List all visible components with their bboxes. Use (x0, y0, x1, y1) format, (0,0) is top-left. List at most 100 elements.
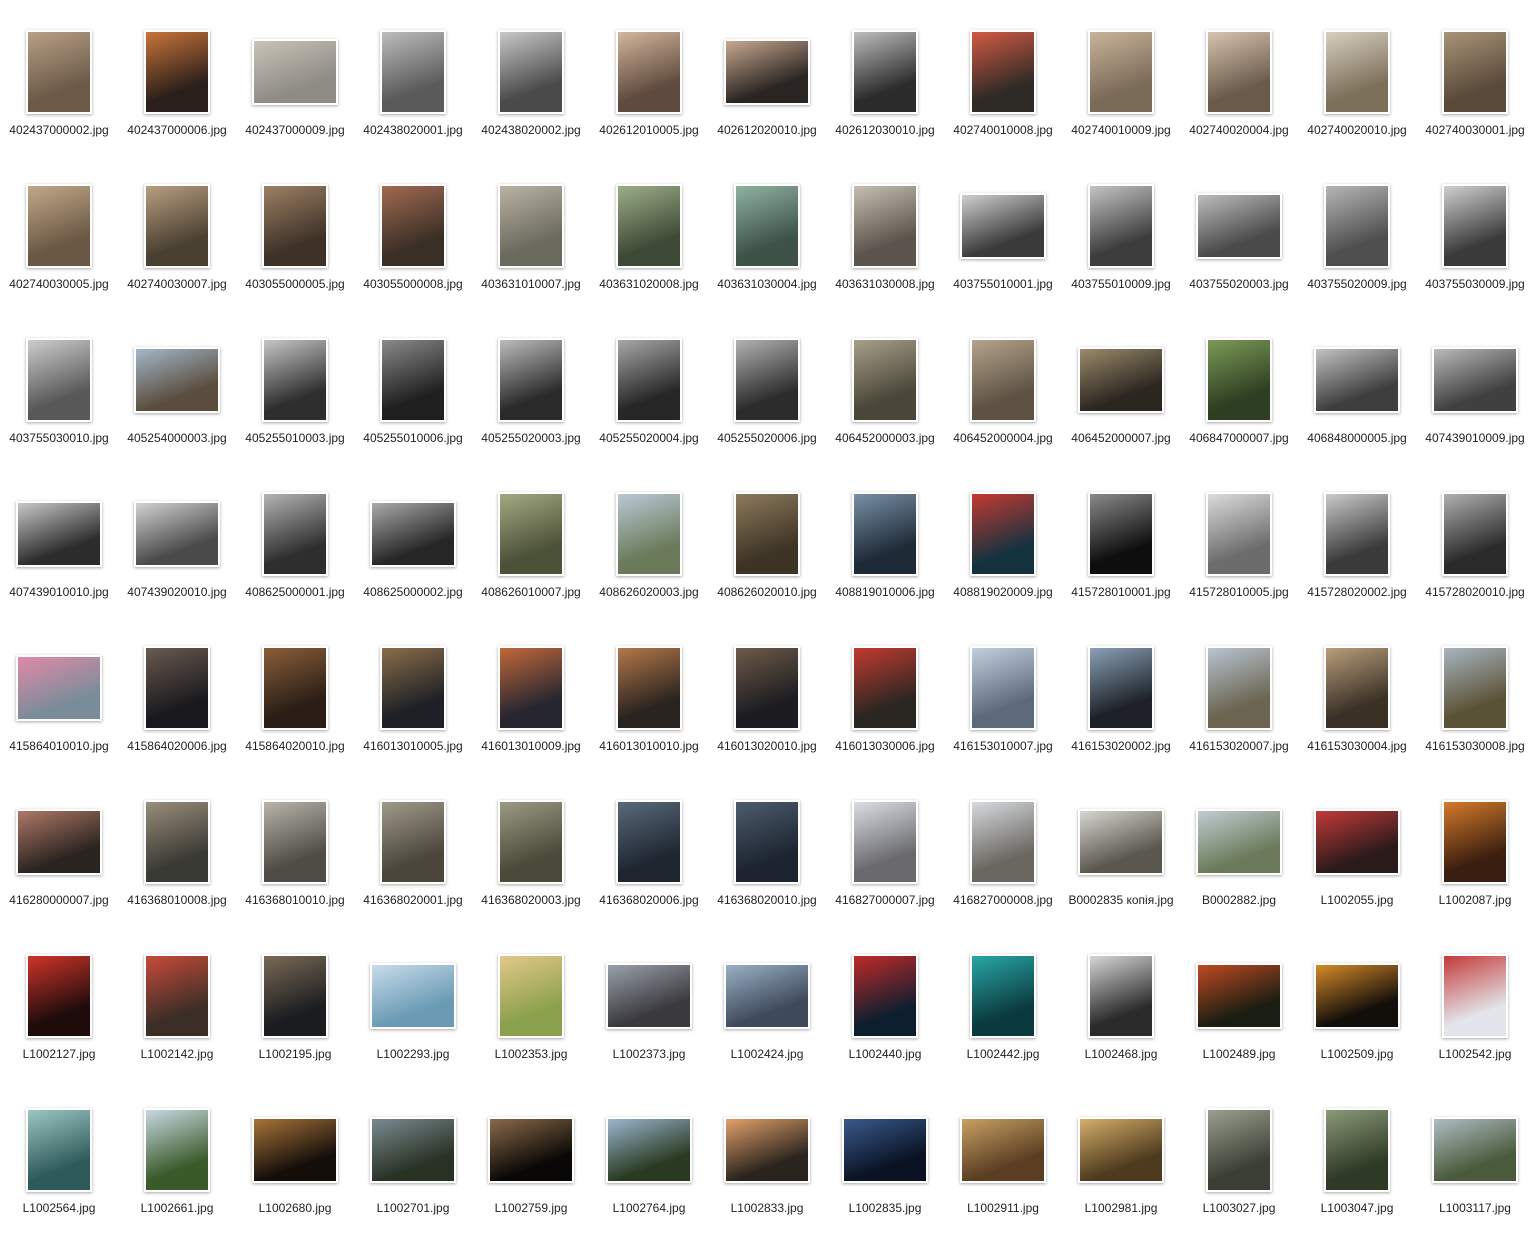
file-name[interactable]: 416827000008.jpg (944, 892, 1062, 908)
image-thumbnail[interactable] (1442, 492, 1508, 576)
image-thumbnail[interactable] (380, 646, 446, 730)
image-thumbnail[interactable] (134, 501, 220, 567)
file-item[interactable]: L1002127.jpg (0, 948, 118, 1102)
file-thumbnail-area[interactable] (472, 24, 590, 120)
file-name[interactable]: 406848000005.jpg (1298, 430, 1416, 446)
image-thumbnail[interactable] (1206, 492, 1272, 576)
file-name[interactable]: L1002764.jpg (590, 1200, 708, 1216)
file-name[interactable]: 416013010005.jpg (354, 738, 472, 754)
file-item[interactable]: 402740030001.jpg (1416, 24, 1534, 178)
file-thumbnail-area[interactable] (708, 332, 826, 428)
file-thumbnail-area[interactable] (590, 794, 708, 890)
image-thumbnail[interactable] (498, 800, 564, 884)
file-thumbnail-area[interactable] (118, 24, 236, 120)
file-item[interactable]: 403755030009.jpg (1416, 178, 1534, 332)
file-thumbnail-area[interactable] (1416, 24, 1534, 120)
file-item[interactable]: 416013010005.jpg (354, 640, 472, 794)
file-item[interactable]: 415864020010.jpg (236, 640, 354, 794)
file-name[interactable]: 408626020010.jpg (708, 584, 826, 600)
image-thumbnail[interactable] (1206, 30, 1272, 114)
file-item[interactable]: L1002981.jpg (1062, 1102, 1180, 1256)
file-item[interactable]: 415728010005.jpg (1180, 486, 1298, 640)
image-thumbnail[interactable] (26, 338, 92, 422)
image-thumbnail[interactable] (724, 39, 810, 105)
file-item[interactable]: 403755020009.jpg (1298, 178, 1416, 332)
file-name[interactable]: 402438020002.jpg (472, 122, 590, 138)
file-item[interactable]: L1002442.jpg (944, 948, 1062, 1102)
file-thumbnail-area[interactable] (0, 24, 118, 120)
image-thumbnail[interactable] (1442, 30, 1508, 114)
image-thumbnail[interactable] (498, 492, 564, 576)
file-name[interactable]: 416153020007.jpg (1180, 738, 1298, 754)
image-thumbnail[interactable] (1432, 347, 1518, 413)
image-thumbnail[interactable] (1078, 347, 1164, 413)
file-name[interactable]: 402437000009.jpg (236, 122, 354, 138)
image-thumbnail[interactable] (616, 646, 682, 730)
file-name[interactable]: L1002442.jpg (944, 1046, 1062, 1062)
file-item[interactable]: 408626020010.jpg (708, 486, 826, 640)
file-item[interactable]: 406452000003.jpg (826, 332, 944, 486)
image-thumbnail[interactable] (144, 954, 210, 1038)
file-item[interactable]: L1002764.jpg (590, 1102, 708, 1256)
file-thumbnail-area[interactable] (472, 178, 590, 274)
file-thumbnail-area[interactable] (118, 332, 236, 428)
image-thumbnail[interactable] (370, 501, 456, 567)
file-name[interactable]: L1002293.jpg (354, 1046, 472, 1062)
image-thumbnail[interactable] (1206, 1108, 1272, 1192)
file-name[interactable]: 416013030006.jpg (826, 738, 944, 754)
image-thumbnail[interactable] (970, 800, 1036, 884)
file-thumbnail-area[interactable] (118, 640, 236, 736)
file-name[interactable]: 416013010009.jpg (472, 738, 590, 754)
file-item[interactable]: 402612020010.jpg (708, 24, 826, 178)
file-name[interactable]: L1002911.jpg (944, 1200, 1062, 1216)
file-thumbnail-area[interactable] (1062, 1102, 1180, 1198)
file-name[interactable]: L1002759.jpg (472, 1200, 590, 1216)
file-item[interactable]: 408819010006.jpg (826, 486, 944, 640)
image-thumbnail[interactable] (852, 338, 918, 422)
image-thumbnail[interactable] (488, 1117, 574, 1183)
file-name[interactable]: 403631010007.jpg (472, 276, 590, 292)
file-thumbnail-area[interactable] (944, 640, 1062, 736)
file-name[interactable]: L1002142.jpg (118, 1046, 236, 1062)
file-thumbnail-area[interactable] (354, 178, 472, 274)
file-name[interactable]: 402740020010.jpg (1298, 122, 1416, 138)
file-thumbnail-area[interactable] (472, 948, 590, 1044)
file-thumbnail-area[interactable] (1180, 948, 1298, 1044)
file-thumbnail-area[interactable] (1416, 794, 1534, 890)
file-item[interactable]: 408626010007.jpg (472, 486, 590, 640)
file-item[interactable]: L1003047.jpg (1298, 1102, 1416, 1256)
file-item[interactable]: 402437000009.jpg (236, 24, 354, 178)
file-name[interactable]: L1002195.jpg (236, 1046, 354, 1062)
file-item[interactable]: 415864010010.jpg (0, 640, 118, 794)
file-name[interactable]: L1002564.jpg (0, 1200, 118, 1216)
image-thumbnail[interactable] (970, 954, 1036, 1038)
image-thumbnail[interactable] (1088, 492, 1154, 576)
file-item[interactable]: 416153030008.jpg (1416, 640, 1534, 794)
file-name[interactable]: 408819020009.jpg (944, 584, 1062, 600)
image-thumbnail[interactable] (262, 800, 328, 884)
file-thumbnail-area[interactable] (708, 178, 826, 274)
file-item[interactable]: L1002468.jpg (1062, 948, 1180, 1102)
file-thumbnail-area[interactable] (944, 178, 1062, 274)
image-thumbnail[interactable] (1078, 809, 1164, 875)
file-thumbnail-area[interactable] (236, 486, 354, 582)
file-thumbnail-area[interactable] (472, 794, 590, 890)
file-item[interactable]: 416368010008.jpg (118, 794, 236, 948)
file-thumbnail-area[interactable] (0, 640, 118, 736)
file-item[interactable]: L1002087.jpg (1416, 794, 1534, 948)
file-item[interactable]: 405255020003.jpg (472, 332, 590, 486)
file-item[interactable]: 407439010009.jpg (1416, 332, 1534, 486)
file-thumbnail-area[interactable] (1062, 640, 1180, 736)
file-thumbnail-area[interactable] (826, 794, 944, 890)
file-name[interactable]: 416827000007.jpg (826, 892, 944, 908)
file-name[interactable]: 403755010001.jpg (944, 276, 1062, 292)
image-thumbnail[interactable] (498, 954, 564, 1038)
file-thumbnail-area[interactable] (826, 332, 944, 428)
file-name[interactable]: L1003047.jpg (1298, 1200, 1416, 1216)
file-name[interactable]: L1002087.jpg (1416, 892, 1534, 908)
image-thumbnail[interactable] (606, 1117, 692, 1183)
file-item[interactable]: 402740030005.jpg (0, 178, 118, 332)
image-thumbnail[interactable] (1206, 338, 1272, 422)
file-thumbnail-area[interactable] (0, 486, 118, 582)
file-item[interactable]: 406452000004.jpg (944, 332, 1062, 486)
